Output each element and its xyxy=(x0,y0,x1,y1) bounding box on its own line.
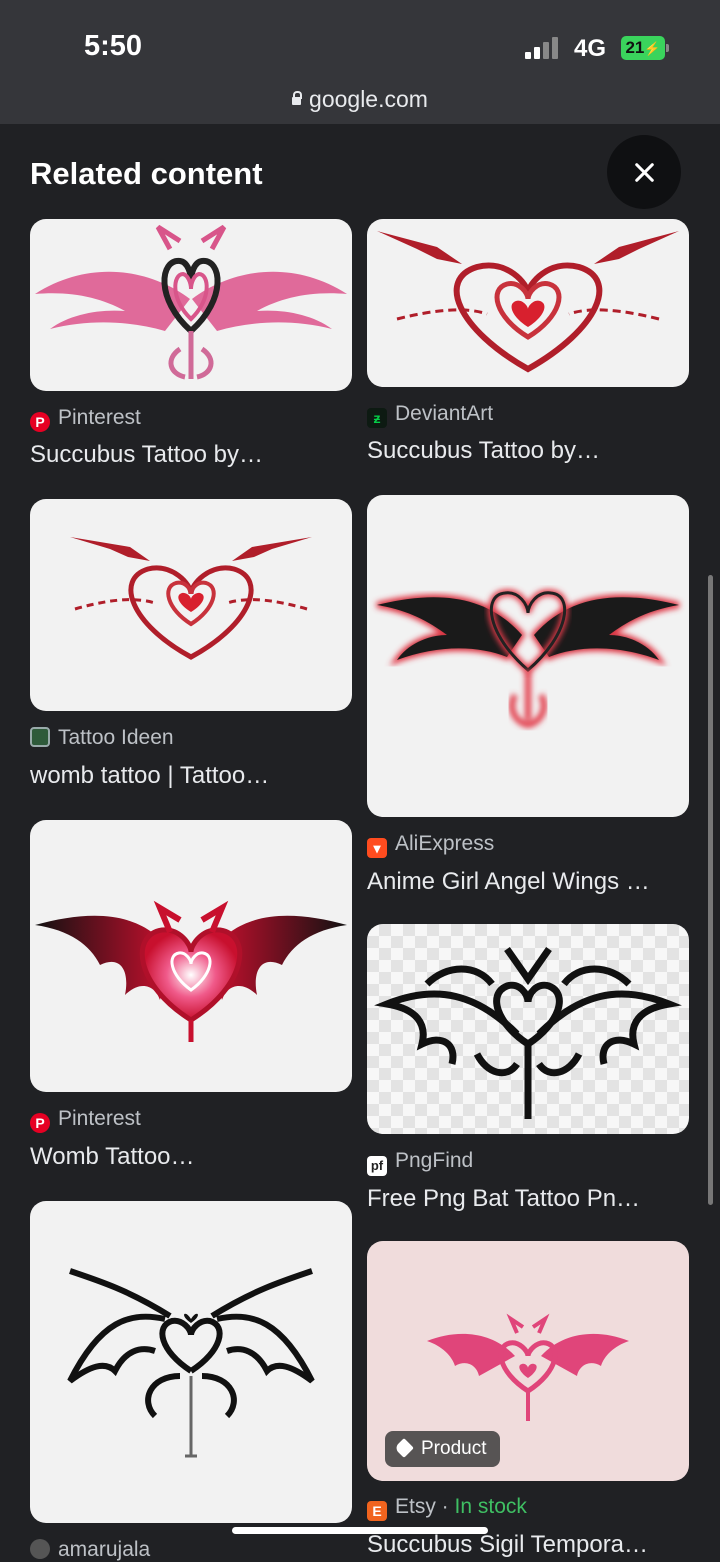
deviantart-icon: ƶ xyxy=(367,408,387,428)
close-button[interactable] xyxy=(607,135,681,209)
result-card-deviantart[interactable]: ƶ DeviantArt Succubus Tattoo by… xyxy=(367,219,689,479)
result-thumbnail[interactable] xyxy=(367,219,689,387)
result-source[interactable]: P Pinterest xyxy=(30,406,141,432)
result-title[interactable]: Succubus Tattoo by… xyxy=(367,437,689,465)
result-card-amarujala[interactable]: amarujala xyxy=(30,1201,352,1561)
result-thumbnail[interactable] xyxy=(367,924,689,1134)
tattoo-image xyxy=(35,900,347,1042)
tattoo-ideen-icon xyxy=(30,727,50,747)
battery-level: 21 xyxy=(625,38,645,57)
result-title[interactable]: Anime Girl Angel Wings … xyxy=(367,868,689,896)
lock-icon xyxy=(292,91,303,105)
aliexpress-icon: ▾ xyxy=(367,838,387,858)
result-source-name: Pinterest xyxy=(58,1107,141,1130)
pinterest-icon: P xyxy=(30,1113,50,1133)
result-title[interactable]: Womb Tattoo… xyxy=(30,1143,352,1171)
tattoo-image xyxy=(70,537,312,660)
address-bar[interactable]: google.com xyxy=(0,86,720,113)
pngfind-icon: pf xyxy=(367,1156,387,1176)
battery-indicator: 21⚡ xyxy=(621,36,665,60)
tattoo-image xyxy=(376,589,680,729)
status-time: 5:50 xyxy=(84,30,143,62)
result-source-name: Etsy xyxy=(395,1495,436,1518)
result-thumbnail[interactable] xyxy=(30,1201,352,1523)
tattoo-image xyxy=(67,1268,315,1458)
result-source-name: PngFind xyxy=(395,1149,474,1172)
signal-strength-icon xyxy=(525,37,563,59)
result-card-aliexpress[interactable]: ▾ AliExpress Anime Girl Angel Wings … xyxy=(367,495,689,900)
result-source[interactable]: ƶ DeviantArt xyxy=(367,402,493,428)
result-card-pngfind[interactable]: pf PngFind Free Png Bat Tattoo Pn… xyxy=(367,924,689,1219)
tattoo-image xyxy=(35,224,347,380)
result-source[interactable]: pf PngFind xyxy=(367,1149,473,1176)
result-card-pinterest-1[interactable]: P Pinterest Succubus Tattoo by… xyxy=(30,219,352,479)
result-source-name: amarujala xyxy=(58,1538,151,1561)
result-source[interactable]: amarujala xyxy=(30,1538,150,1562)
result-title[interactable]: Free Png Bat Tattoo Pn… xyxy=(367,1185,689,1213)
result-card-tattoo-ideen[interactable]: Tattoo Ideen womb tattoo | Tattoo… xyxy=(30,499,352,799)
scrollbar[interactable] xyxy=(708,575,713,1205)
result-title[interactable]: Succubus Tattoo by… xyxy=(30,441,352,469)
panel-title: Related content xyxy=(30,156,263,191)
result-source-name: AliExpress xyxy=(395,832,495,855)
network-type: 4G xyxy=(574,35,607,62)
tag-icon xyxy=(394,1438,414,1458)
product-badge-label: Product xyxy=(421,1438,487,1459)
result-thumbnail[interactable] xyxy=(30,499,352,711)
result-source[interactable]: P Pinterest xyxy=(30,1107,141,1133)
result-source[interactable]: ▾ AliExpress xyxy=(367,832,494,858)
home-indicator[interactable] xyxy=(232,1527,488,1534)
result-thumbnail[interactable] xyxy=(30,820,352,1092)
result-thumbnail[interactable] xyxy=(367,495,689,817)
result-title[interactable]: womb tattoo | Tattoo… xyxy=(30,762,352,790)
result-thumbnail[interactable]: Product xyxy=(367,1241,689,1481)
pinterest-icon: P xyxy=(30,412,50,432)
result-card-pinterest-2[interactable]: P Pinterest Womb Tattoo… xyxy=(30,820,352,1175)
result-source[interactable]: Tattoo Ideen xyxy=(30,726,174,750)
url-text: google.com xyxy=(309,86,428,112)
result-source[interactable]: E Etsy · In stock xyxy=(367,1495,527,1521)
result-source-name: DeviantArt xyxy=(395,402,494,425)
result-card-etsy[interactable]: Product E Etsy · In stock Succubus Sigil … xyxy=(367,1241,689,1558)
tattoo-image xyxy=(377,231,679,373)
battery-tip xyxy=(666,44,669,52)
etsy-icon: E xyxy=(367,1501,387,1521)
result-source-name: Tattoo Ideen xyxy=(58,726,174,749)
result-source-name: Pinterest xyxy=(58,406,141,429)
result-thumbnail[interactable] xyxy=(30,219,352,391)
browser-top-bar: 5:50 4G 21⚡ google.com xyxy=(0,0,720,124)
product-badge: Product xyxy=(385,1431,501,1467)
stock-status: In stock xyxy=(454,1495,527,1518)
amarujala-icon xyxy=(30,1539,50,1559)
tattoo-image xyxy=(374,946,682,1119)
